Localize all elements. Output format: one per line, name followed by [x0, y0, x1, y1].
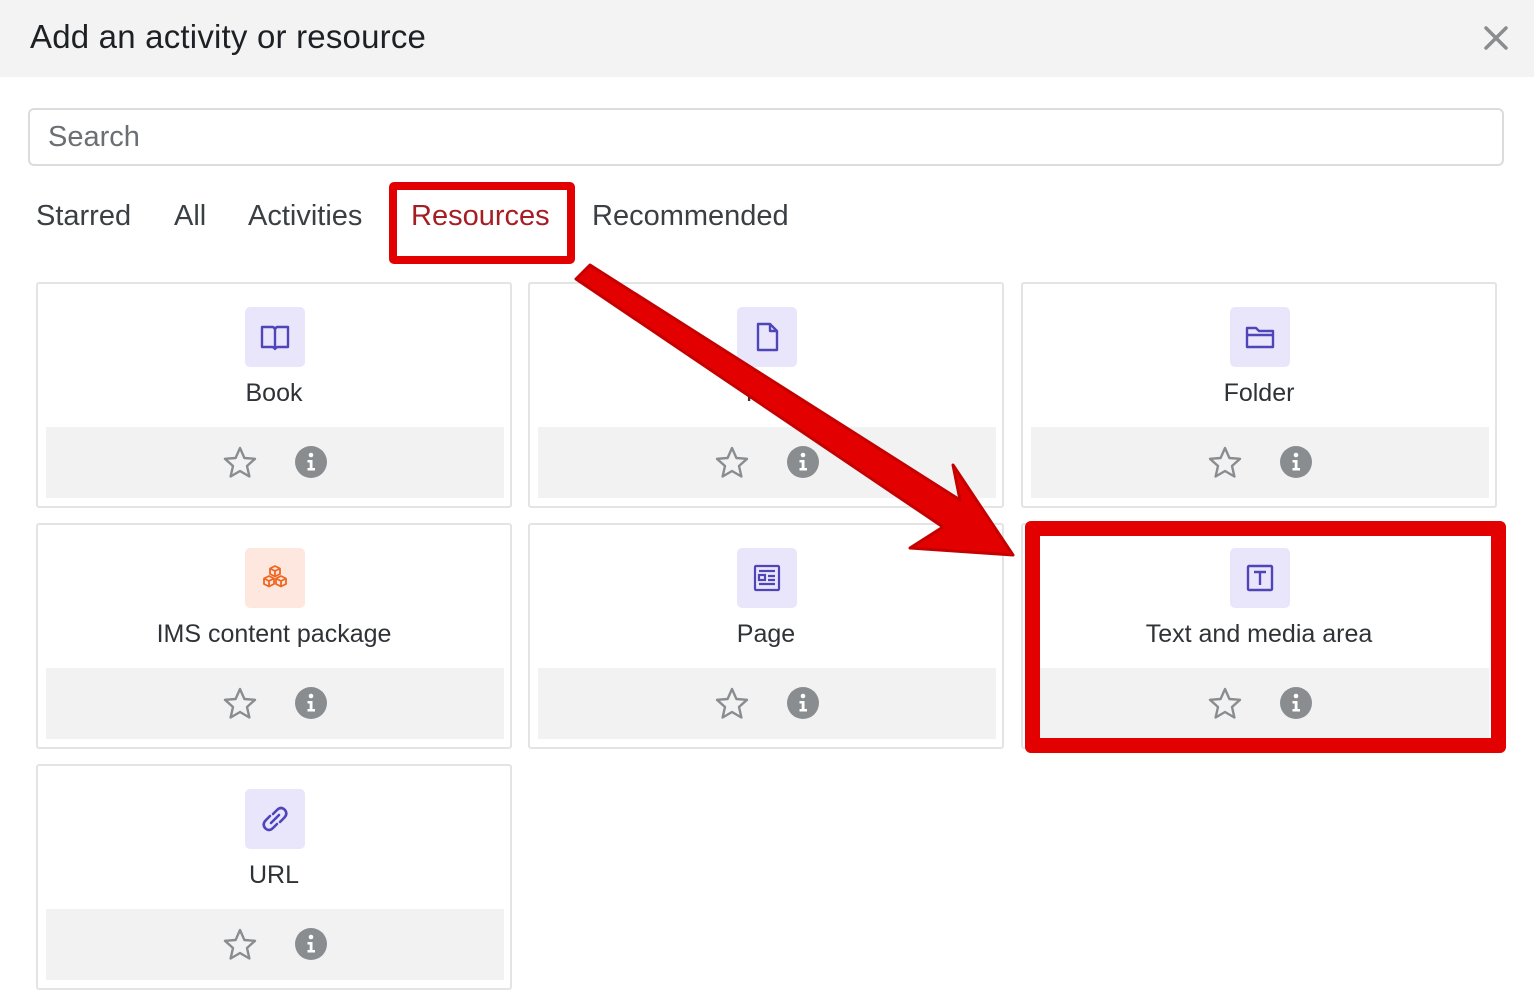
info-icon[interactable]: [294, 445, 328, 479]
close-button[interactable]: [1478, 20, 1514, 56]
star-icon[interactable]: [222, 927, 258, 963]
info-icon[interactable]: [294, 927, 328, 961]
package-icon: [245, 548, 305, 608]
star-icon[interactable]: [1207, 445, 1243, 481]
info-icon[interactable]: [294, 686, 328, 720]
page-icon: [737, 548, 797, 608]
card-label: URL: [248, 861, 299, 889]
link-icon: [245, 789, 305, 849]
resource-card-file[interactable]: File: [528, 282, 1004, 508]
tab-starred[interactable]: Starred: [36, 200, 131, 233]
star-icon[interactable]: [222, 445, 258, 481]
resource-card-folder[interactable]: Folder: [1021, 282, 1497, 508]
card-footer: [538, 668, 996, 739]
resource-card-ims-content-package[interactable]: IMS content package: [36, 523, 512, 749]
card-footer: [46, 427, 504, 498]
card-label: Page: [736, 620, 796, 648]
resource-card-book[interactable]: Book: [36, 282, 512, 508]
tab-all[interactable]: All: [174, 200, 206, 233]
annotation-highlight-text-media-card: [1025, 521, 1506, 753]
card-label: IMS content package: [156, 620, 392, 648]
card-footer: [1031, 427, 1489, 498]
star-icon[interactable]: [222, 686, 258, 722]
info-icon[interactable]: [786, 686, 820, 720]
resource-card-page[interactable]: Page: [528, 523, 1004, 749]
search-input[interactable]: [28, 108, 1504, 166]
star-icon[interactable]: [714, 686, 750, 722]
tab-activities[interactable]: Activities: [248, 200, 362, 233]
tab-recommended[interactable]: Recommended: [592, 200, 789, 233]
card-label: Book: [245, 379, 303, 407]
card-label: File: [745, 379, 787, 407]
dialog-title: Add an activity or resource: [30, 18, 427, 55]
card-footer: [46, 909, 504, 980]
card-label: Folder: [1223, 379, 1295, 407]
file-icon: [737, 307, 797, 367]
star-icon[interactable]: [714, 445, 750, 481]
dialog-header: Add an activity or resource: [0, 0, 1534, 77]
info-icon[interactable]: [1279, 445, 1313, 479]
folder-icon: [1230, 307, 1290, 367]
card-footer: [46, 668, 504, 739]
resource-card-url[interactable]: URL: [36, 764, 512, 990]
card-footer: [538, 427, 996, 498]
close-icon: [1484, 26, 1508, 50]
annotation-highlight-resources-tab: [389, 182, 575, 264]
book-icon: [245, 307, 305, 367]
info-icon[interactable]: [786, 445, 820, 479]
